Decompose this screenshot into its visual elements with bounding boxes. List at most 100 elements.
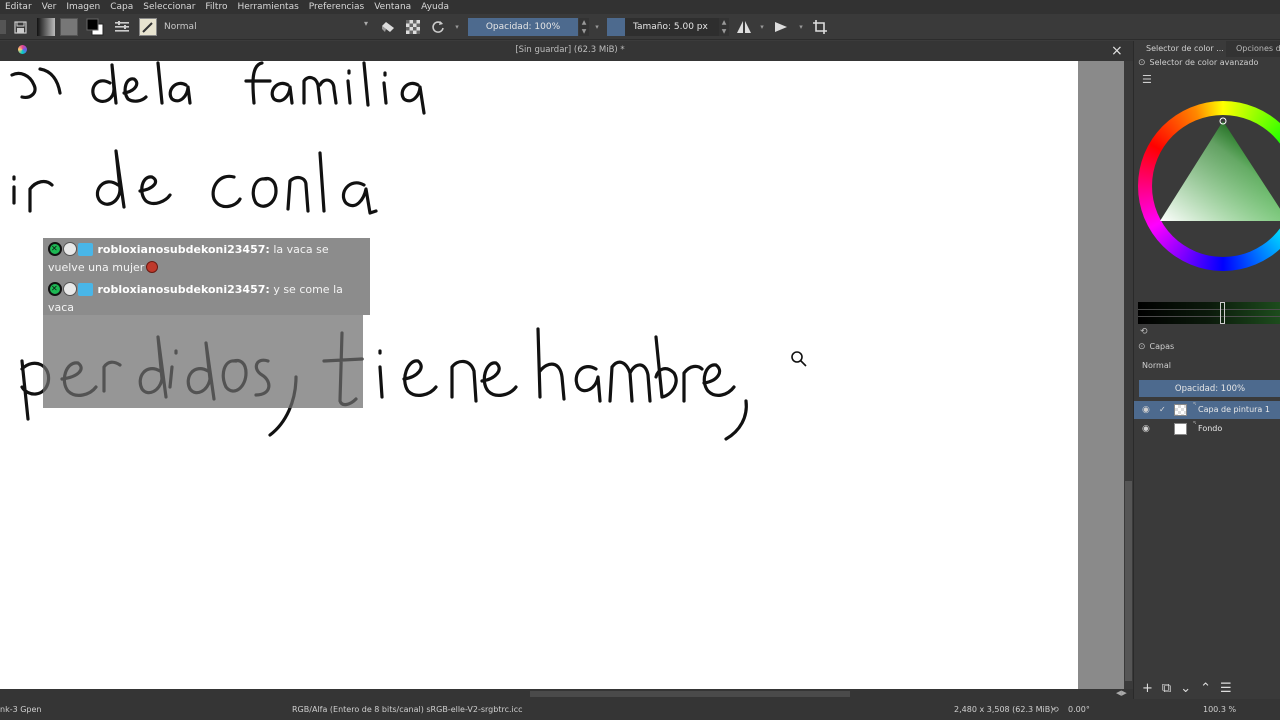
chat-overlay-background [43, 315, 363, 408]
value-sliders[interactable] [1138, 302, 1280, 324]
chevron-down-icon[interactable]: ▾ [452, 18, 462, 36]
brush-settings-icon[interactable] [114, 18, 130, 36]
scroll-thumb[interactable] [530, 691, 850, 697]
menu-seleccionar[interactable]: Seleccionar [138, 0, 200, 14]
layer-type-icon: ᕐ [1193, 401, 1196, 409]
document-tab: [Sin guardar] (62.3 MiB) * × [0, 41, 1133, 61]
color-wheel[interactable] [1138, 101, 1280, 271]
vertical-scrollbar[interactable] [1124, 61, 1133, 689]
brush-preset-icon[interactable] [139, 18, 157, 36]
layers-blend-mode[interactable]: Normal [1142, 359, 1171, 373]
avatar [63, 282, 77, 296]
color-triangle[interactable] [1138, 101, 1280, 271]
fg-bg-color-icon[interactable] [85, 18, 107, 36]
check-icon[interactable]: ✓ [1159, 401, 1166, 419]
duplicate-layer-icon[interactable]: ⧉ [1162, 681, 1171, 696]
blend-mode-select[interactable]: Normal ▾ [160, 19, 372, 35]
layer-name: Fondo [1198, 424, 1223, 433]
size-slider-fill[interactable] [607, 18, 625, 36]
menu-editar[interactable]: Editar [0, 0, 37, 14]
lock-icon: ⊙ [1138, 342, 1146, 352]
opacity-spin-icon[interactable]: ▲ ▼ [579, 18, 589, 36]
chat-text: y se come la [273, 283, 343, 296]
status-bar: nk-3 Gpen RGB/Alfa (Entero de 8 bits/can… [0, 699, 1280, 720]
handwriting-line-2 [12, 149, 378, 215]
avatar [63, 242, 77, 256]
gradient-preset-icon[interactable] [37, 18, 55, 36]
slider-line [1138, 316, 1280, 317]
rotate-icon[interactable]: ⟲ [1052, 705, 1059, 714]
layer-opacity-slider[interactable]: Opacidad: 100% [1139, 380, 1280, 397]
move-down-icon[interactable]: ⌄ [1180, 681, 1191, 696]
arrows-icon[interactable]: ◀▶ [1116, 689, 1127, 697]
layers-header: ⊙ Capas [1138, 340, 1174, 354]
chat-text-continued: vaca [48, 301, 75, 314]
layer-row[interactable]: ◉ ᕐ Fondo [1134, 420, 1280, 438]
zoom-cursor-icon [791, 351, 807, 367]
layer-row[interactable]: ◉ ✓ ᕐ Capa de pintura 1 [1134, 401, 1280, 419]
menu-ayuda[interactable]: Ayuda [416, 0, 454, 14]
eraser-icon[interactable] [380, 18, 396, 36]
chevron-down-icon[interactable]: ▾ [757, 18, 767, 36]
menu-bar: Editar Ver Imagen Capa Seleccionar Filtr… [0, 0, 1280, 14]
chat-username: robloxianosubdekoni23457 [97, 243, 266, 256]
right-dock: Selector de color ... Opciones de ⊙Selec… [1133, 41, 1280, 699]
opacity-slider[interactable]: Opacidad: 100% [468, 18, 578, 36]
image-size: 2,480 x 3,508 (62.3 MiB) [954, 705, 1054, 714]
layer-thumbnail [1174, 423, 1187, 435]
mirror-horizontal-icon[interactable] [735, 18, 753, 36]
eye-icon[interactable]: ◉ [1142, 401, 1150, 419]
menu-preferencias[interactable]: Preferencias [304, 0, 369, 14]
menu-ventana[interactable]: Ventana [369, 0, 416, 14]
new-document-icon[interactable] [0, 20, 6, 34]
menu-herramientas[interactable]: Herramientas [232, 0, 303, 14]
tab-color-selector[interactable]: Selector de color ... [1134, 41, 1226, 57]
scroll-thumb[interactable] [1125, 481, 1132, 681]
horizontal-scrollbar[interactable]: ◀▶ [0, 689, 1133, 699]
reset-icon[interactable]: ⟲ [1140, 325, 1148, 339]
size-slider[interactable]: Tamaño: 5.00 px [625, 18, 719, 36]
close-icon[interactable]: × [1111, 43, 1123, 59]
zoom-level[interactable]: 100.3 % [1203, 705, 1236, 714]
lock-icon: ⊙ [1138, 58, 1146, 68]
handwriting-line-1 [10, 61, 426, 115]
layer-properties-icon[interactable]: ☰ [1220, 681, 1232, 696]
brush-name[interactable]: nk-3 Gpen [0, 705, 42, 714]
pattern-preset-icon[interactable] [60, 18, 78, 36]
move-up-icon[interactable]: ⌃ [1200, 681, 1211, 696]
platform-badge-icon [78, 283, 93, 296]
chevron-down-icon: ▾ [363, 19, 368, 28]
size-spin-icon[interactable]: ▲ ▼ [719, 18, 729, 36]
menu-ver[interactable]: Ver [37, 0, 62, 14]
chat-text-continued: vuelve una mujer [48, 261, 145, 274]
mirror-vertical-icon[interactable] [773, 18, 791, 36]
krita-window: Editar Ver Imagen Capa Seleccionar Filtr… [0, 0, 1280, 720]
document-title: [Sin guardar] (62.3 MiB) * [515, 45, 625, 55]
layer-type-icon: ᕐ [1193, 420, 1196, 428]
rotation-value: 0.00° [1068, 705, 1090, 714]
chevron-down-icon[interactable]: ▾ [592, 18, 602, 36]
eye-icon[interactable]: ◉ [1142, 420, 1150, 438]
menu-capa[interactable]: Capa [105, 0, 138, 14]
advanced-color-selector-header: ⊙ Selector de color avanzado [1138, 56, 1258, 70]
menu-filtro[interactable]: Filtro [200, 0, 232, 14]
advanced-color-selector-label: Selector de color avanzado [1149, 58, 1259, 67]
slider-line [1138, 309, 1280, 310]
save-icon[interactable] [12, 18, 28, 36]
tab-tool-options[interactable]: Opciones de [1226, 41, 1280, 57]
angry-emoji-icon [146, 261, 159, 273]
layer-name: Capa de pintura 1 [1198, 405, 1270, 414]
layers-title: Capas [1149, 342, 1175, 351]
wrap-around-icon[interactable] [811, 18, 829, 36]
menu-imagen[interactable]: Imagen [61, 0, 105, 14]
chevron-down-icon[interactable]: ▾ [796, 18, 806, 36]
chat-text: la vaca se [273, 243, 329, 256]
reload-preset-icon[interactable] [430, 18, 446, 36]
menu-icon[interactable]: ☰ [1142, 73, 1152, 87]
slider-handle[interactable] [1220, 302, 1225, 324]
dock-tabs: Selector de color ... Opciones de [1134, 41, 1280, 57]
preserve-alpha-icon[interactable] [405, 18, 421, 36]
blend-mode-value: Normal [164, 22, 197, 32]
add-layer-icon[interactable]: + [1142, 681, 1153, 696]
chat-overlay: robloxianosubdekoni23457: la vaca se vue… [43, 238, 370, 408]
